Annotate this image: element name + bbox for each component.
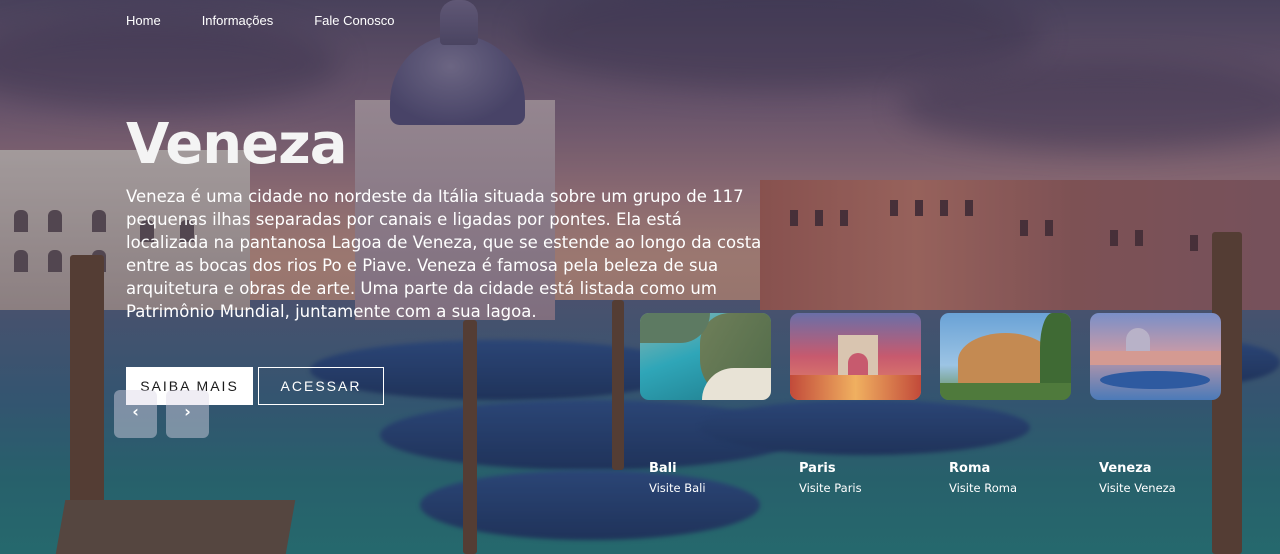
- card-subtitle-bali[interactable]: Visite Bali: [649, 481, 706, 495]
- nav-fale-conosco[interactable]: Fale Conosco: [314, 13, 394, 28]
- acessar-button[interactable]: ACESSAR: [258, 367, 384, 405]
- hero-description: Veneza é uma cidade no nordeste da Itáli…: [126, 187, 762, 321]
- card-title-veneza: Veneza: [1099, 461, 1152, 476]
- hero-title: Veneza: [126, 112, 347, 177]
- chevron-right-icon: ›: [184, 402, 191, 421]
- card-thumbnail-roma[interactable]: [940, 313, 1071, 400]
- nav-home[interactable]: Home: [126, 13, 161, 28]
- card-subtitle-paris[interactable]: Visite Paris: [799, 481, 862, 495]
- card-thumbnail-paris[interactable]: [790, 313, 921, 400]
- card-thumbnail-bali[interactable]: [640, 313, 771, 400]
- chevron-left-icon: ‹: [132, 402, 139, 421]
- slider-prev-button[interactable]: ‹: [114, 390, 157, 438]
- nav-informacoes[interactable]: Informações: [202, 13, 274, 28]
- card-subtitle-roma[interactable]: Visite Roma: [949, 481, 1017, 495]
- card-thumbnail-veneza[interactable]: [1090, 313, 1221, 400]
- card-title-paris: Paris: [799, 461, 836, 476]
- card-subtitle-veneza[interactable]: Visite Veneza: [1099, 481, 1176, 495]
- top-nav: Home Informações Fale Conosco: [126, 13, 394, 28]
- card-title-roma: Roma: [949, 461, 991, 476]
- slider-next-button[interactable]: ›: [166, 390, 209, 438]
- card-title-bali: Bali: [649, 461, 677, 476]
